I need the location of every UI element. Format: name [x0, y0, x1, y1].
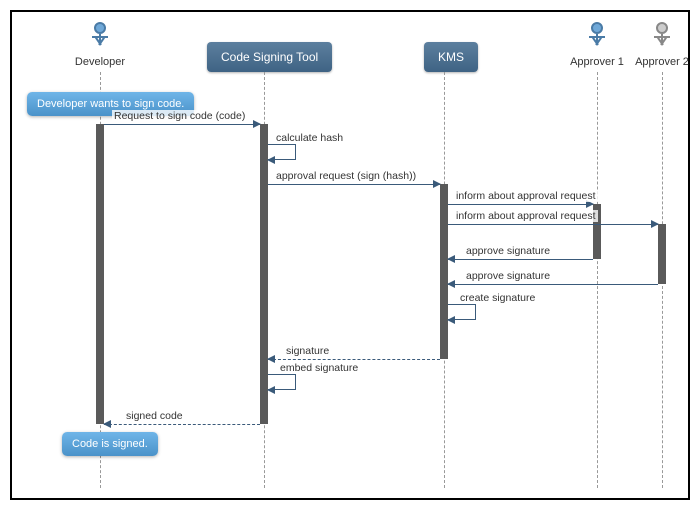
- label-approver-1: Approver 1: [567, 56, 627, 68]
- lifeline-approver-1: [597, 72, 598, 488]
- activation-kms: [440, 184, 448, 359]
- msg-label-m7: approve signature: [464, 270, 552, 282]
- activation-cst: [260, 124, 268, 424]
- label-developer: Developer: [70, 56, 130, 68]
- msg-label-m3: approval request (sign (hash)): [274, 170, 418, 182]
- activation-approver-2: [658, 224, 666, 284]
- msg-request-sign: [104, 124, 260, 125]
- msg-embed-signature: [268, 374, 296, 390]
- activation-developer: [96, 124, 104, 424]
- msg-label-m5: inform about approval request: [454, 210, 598, 222]
- msg-label-m11: signed code: [124, 410, 185, 422]
- msg-signature: [268, 359, 440, 360]
- msg-label-m10: embed signature: [278, 362, 360, 374]
- actor-approver-1: Approver 1: [567, 22, 627, 68]
- msg-label-m9: signature: [284, 345, 331, 357]
- participant-code-signing-tool: Code Signing Tool: [207, 42, 332, 72]
- msg-approve-ap1: [448, 259, 593, 260]
- msg-calculate-hash: [268, 144, 296, 160]
- msg-inform-ap2: [448, 224, 658, 225]
- msg-label-m8: create signature: [458, 292, 537, 304]
- actor-developer: Developer: [70, 22, 130, 68]
- msg-label-m4: inform about approval request: [454, 190, 598, 202]
- note-end: Code is signed.: [62, 432, 158, 456]
- msg-label-m2: calculate hash: [274, 132, 345, 144]
- label-approver-2: Approver 2: [632, 56, 692, 68]
- msg-create-signature: [448, 304, 476, 320]
- msg-inform-ap1: [448, 204, 593, 205]
- actor-approver-2: Approver 2: [632, 22, 692, 68]
- msg-label-m6: approve signature: [464, 245, 552, 257]
- msg-approval-request: [268, 184, 440, 185]
- participant-kms: KMS: [424, 42, 478, 72]
- msg-signed-code: [104, 424, 260, 425]
- msg-approve-ap2: [448, 284, 658, 285]
- msg-label-m1: Request to sign code (code): [112, 110, 247, 122]
- sequence-diagram: Developer Code Signing Tool KMS Approver…: [10, 10, 690, 500]
